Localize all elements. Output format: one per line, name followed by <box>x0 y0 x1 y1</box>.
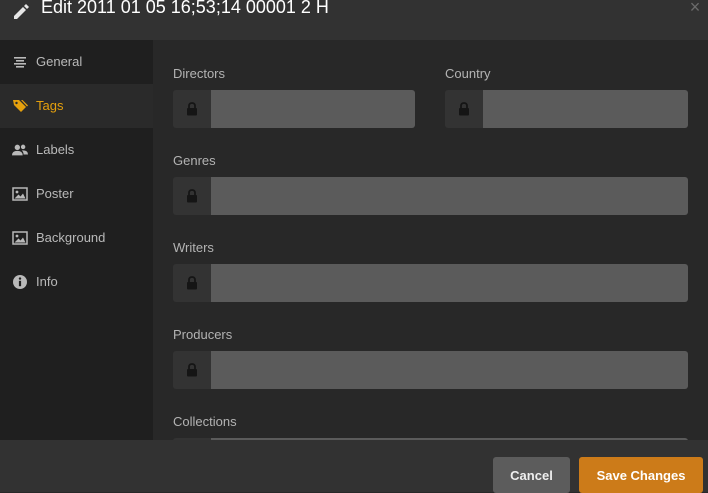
sidebar-item-labels[interactable]: Labels <box>0 128 153 172</box>
lock-icon[interactable] <box>173 351 211 389</box>
image-icon <box>12 186 28 202</box>
genres-input[interactable] <box>211 177 688 215</box>
sidebar-item-label: General <box>36 54 83 69</box>
align-center-icon <box>12 54 28 70</box>
genres-label: Genres <box>173 153 216 168</box>
info-icon <box>12 274 28 290</box>
sidebar-item-background[interactable]: Background <box>0 216 153 260</box>
image-icon <box>12 230 28 246</box>
users-icon <box>12 142 28 158</box>
save-changes-button[interactable]: Save Changes <box>579 457 703 493</box>
sidebar-item-label: Info <box>36 274 58 289</box>
sidebar-item-info[interactable]: Info <box>0 260 153 304</box>
country-label: Country <box>445 66 491 81</box>
sidebar-item-label: Labels <box>36 142 75 157</box>
sidebar-item-tags[interactable]: Tags <box>0 84 153 128</box>
sidebar-item-label: Tags <box>36 98 64 113</box>
lock-icon[interactable] <box>173 90 211 128</box>
lock-icon[interactable] <box>445 90 483 128</box>
directors-input[interactable] <box>211 90 415 128</box>
lock-icon[interactable] <box>173 264 211 302</box>
sidebar-item-general[interactable]: General <box>0 40 153 84</box>
writers-label: Writers <box>173 240 214 255</box>
writers-input[interactable] <box>211 264 688 302</box>
directors-field <box>173 90 415 128</box>
writers-field <box>173 264 688 302</box>
sidebar-item-label: Background <box>36 230 106 245</box>
genres-field <box>173 177 688 215</box>
tags-panel: Directors Country Genres Writers Produce… <box>153 40 708 440</box>
modal-footer: Cancel Save Changes <box>0 440 708 493</box>
sidebar-item-label: Poster <box>36 186 74 201</box>
modal-title: Edit 2011 01 05 16;53;14 00001 2 H <box>41 0 329 17</box>
pencil-icon <box>10 0 32 22</box>
directors-label: Directors <box>173 66 226 81</box>
country-input[interactable] <box>483 90 688 128</box>
lock-icon[interactable] <box>173 177 211 215</box>
country-field <box>445 90 688 128</box>
collections-label: Collections <box>173 414 237 429</box>
producers-field <box>173 351 688 389</box>
producers-input[interactable] <box>211 351 688 389</box>
tag-icon <box>12 98 28 114</box>
sidebar: General Tags Labels Poster Background In… <box>0 40 153 440</box>
cancel-button[interactable]: Cancel <box>493 457 570 493</box>
close-icon[interactable]: × <box>686 0 704 16</box>
modal-header: Edit 2011 01 05 16;53;14 00001 2 H × <box>0 0 708 40</box>
sidebar-item-poster[interactable]: Poster <box>0 172 153 216</box>
producers-label: Producers <box>173 327 233 342</box>
